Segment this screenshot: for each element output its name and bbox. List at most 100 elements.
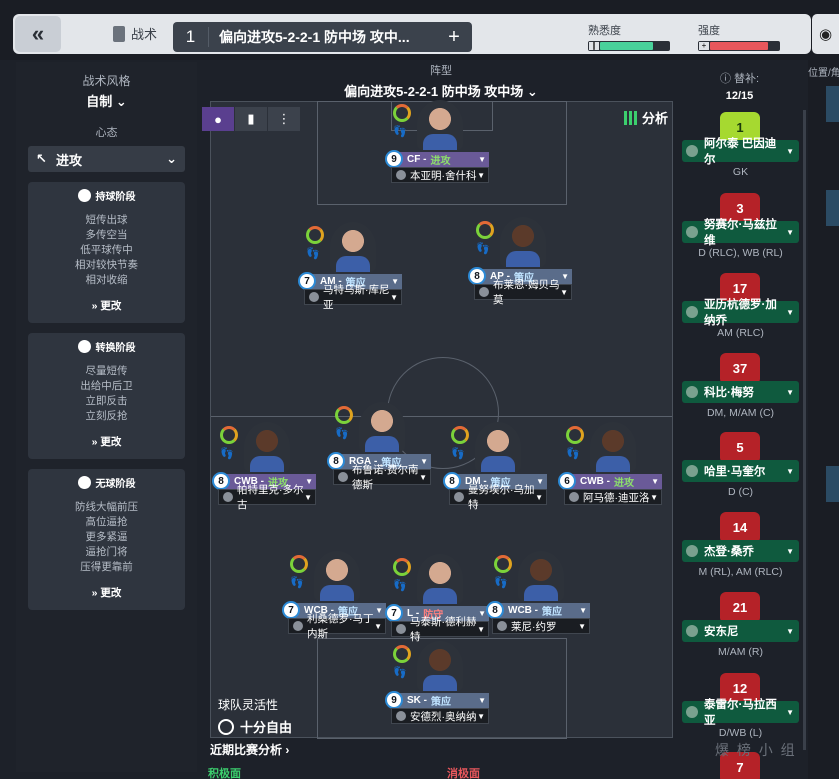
change-button[interactable]: » 更改: [28, 434, 185, 449]
tactics-text: 战术: [131, 27, 158, 42]
player-portrait: [417, 100, 463, 150]
substitute-name[interactable]: 亚历杭德罗·加纳乔 ▼: [682, 299, 799, 327]
substitute-positions: M/AM (R): [718, 646, 763, 658]
player-name[interactable]: 布莱恩·姆贝乌莫 ▼: [474, 279, 572, 306]
phase-instruction: 低平球传中: [80, 244, 133, 256]
edge-tile[interactable]: [826, 466, 839, 502]
dropdown-icon: ▼: [477, 170, 485, 180]
player-name[interactable]: 布鲁诺·费尔南德斯 ▼: [333, 464, 431, 491]
substitute-positions: GK: [732, 166, 749, 178]
back-button[interactable]: «: [15, 16, 61, 52]
player-name[interactable]: 阿马德·迪亚洛 ▼: [564, 489, 662, 505]
edge-tile[interactable]: [826, 190, 839, 226]
player-number: 8: [443, 472, 461, 490]
flexibility-label: 球队灵活性: [218, 698, 279, 712]
formation-header: 阵型 偏向进攻5-2-2-1 防中场 攻中场 ⌄: [210, 62, 672, 100]
tactics-label: 战术: [113, 24, 157, 43]
phase-title: 转换阶段: [28, 339, 185, 354]
person-icon: [686, 465, 698, 477]
eye-icon[interactable]: ◉: [812, 14, 839, 54]
player-number: 8: [468, 267, 486, 285]
position-role-label: 位置/角: [808, 68, 839, 79]
positive-label: 积极面: [208, 768, 241, 779]
edge-tile[interactable]: [826, 86, 839, 122]
player-number: 6: [558, 472, 576, 490]
team-flexibility[interactable]: 球队灵活性 十分自由: [218, 696, 292, 736]
phase-icon: [77, 189, 91, 202]
substitute-name[interactable]: 阿尔泰 巴因迪尔 ▼: [682, 138, 799, 166]
player-number: 8: [212, 472, 230, 490]
player-name[interactable]: 曼努埃尔·乌加特 ▼: [449, 484, 547, 511]
dropdown-icon: ▼: [477, 624, 485, 634]
phase-instruction: 短传出球: [85, 214, 128, 226]
substitute-name[interactable]: 科比·梅努 ▼: [682, 381, 799, 403]
player-role[interactable]: SK - 策应 ▼: [391, 693, 489, 708]
player-name[interactable]: 本亚明·舍什科 ▼: [391, 167, 489, 183]
grid-icon: [624, 110, 638, 125]
player-role[interactable]: CF - 进攻 ▼: [391, 152, 489, 167]
formation-select[interactable]: 偏向进攻5-2-2-1 防中场 攻中场 ⌄: [210, 81, 672, 100]
player-name[interactable]: 利桑德罗·马丁内斯 ▼: [288, 613, 386, 640]
player-status: 👣: [451, 426, 473, 460]
player-name[interactable]: 安德烈·奥纳纳 ▼: [391, 708, 489, 724]
player-name[interactable]: 莱尼·约罗 ▼: [492, 618, 590, 634]
substitute-name[interactable]: 哈里·马奎尔 ▼: [682, 460, 799, 482]
intensity-meter[interactable]: 强度 +: [698, 22, 780, 51]
dropdown-icon: ▼: [786, 707, 794, 717]
footprints-icon: 👣: [476, 243, 490, 255]
player-role[interactable]: WCB - 策应 ▼: [492, 603, 590, 618]
phase-out-of-possession: 无球阶段 防线大幅前压 高位逼抢 更多紧逼 逼抢门将 压得更靠前 » 更改: [28, 469, 185, 610]
person-icon: [338, 472, 348, 482]
player-name[interactable]: 马特乌斯·库尼亚 ▼: [304, 284, 402, 311]
player-name[interactable]: 帕特里克·多尔古 ▼: [218, 484, 316, 511]
analyse-button[interactable]: 分析: [624, 108, 668, 127]
subs-scrollbar[interactable]: [803, 110, 806, 750]
condition-ring-icon: [393, 558, 411, 576]
bar-chart-icon[interactable]: ▮: [235, 107, 267, 131]
add-tactic-button[interactable]: +: [436, 26, 472, 49]
player-portrait: [314, 551, 360, 601]
tactic-selector[interactable]: 1 偏向进攻5-2-2-1 防中场 攻中... +: [173, 22, 472, 52]
dropdown-icon: ▼: [578, 621, 586, 631]
familiarity-meter[interactable]: 熟悉度 ∥: [588, 22, 670, 51]
person-view-icon[interactable]: ●: [202, 107, 234, 131]
substitute-name[interactable]: 努赛尔·马兹拉维 ▼: [682, 219, 799, 247]
person-icon: [479, 287, 489, 297]
phase-instruction: 相对较快节奏: [75, 259, 138, 271]
phase-instruction: 逼抢门将: [85, 546, 128, 558]
info-icon[interactable]: ⋮: [268, 107, 300, 131]
player-portrait: [590, 422, 636, 472]
condition-ring-icon: [494, 555, 512, 573]
substitute-name[interactable]: 安东尼 ▼: [682, 620, 799, 642]
flexibility-value: 十分自由: [240, 720, 293, 735]
dropdown-icon: ▼: [419, 472, 427, 482]
recent-analysis-link[interactable]: 近期比赛分析 ›: [210, 741, 289, 758]
shirt-icon: 5: [720, 432, 760, 462]
player-name[interactable]: 马泰斯·德利赫特 ▼: [391, 616, 489, 643]
mentality-select[interactable]: ↖ 进攻 ⌄: [28, 146, 185, 172]
person-icon: [569, 492, 579, 502]
crosshair-icon: [218, 718, 234, 735]
change-button[interactable]: » 更改: [28, 585, 185, 600]
dropdown-icon: ▼: [786, 387, 794, 397]
substitute-name[interactable]: 泰雷尔·马拉西亚 ▼: [682, 699, 799, 727]
condition-ring-icon: [566, 426, 584, 444]
change-button[interactable]: » 更改: [28, 298, 185, 313]
arrow-upleft-icon: ↖: [36, 151, 47, 166]
substitute-positions: DM, M/AM (C): [706, 407, 775, 419]
condition-ring-icon: [476, 221, 494, 239]
player-portrait: [244, 422, 290, 472]
style-value[interactable]: 自制 ⌄: [16, 91, 197, 110]
intensity-label: 强度: [698, 25, 720, 37]
person-icon: [223, 492, 233, 502]
intensity-bar-fill: [710, 42, 768, 50]
condition-ring-icon: [290, 555, 308, 573]
player-portrait: [359, 402, 405, 452]
footprints-icon: 👣: [335, 428, 349, 440]
player-role[interactable]: CWB - 进攻 ▼: [564, 474, 662, 489]
dropdown-icon: ▼: [374, 621, 382, 631]
phase-icon: [77, 340, 91, 353]
substitute-name[interactable]: 杰登·桑乔 ▼: [682, 540, 799, 562]
phase-instruction: 立刻反抢: [85, 410, 128, 422]
person-icon: [686, 145, 698, 157]
